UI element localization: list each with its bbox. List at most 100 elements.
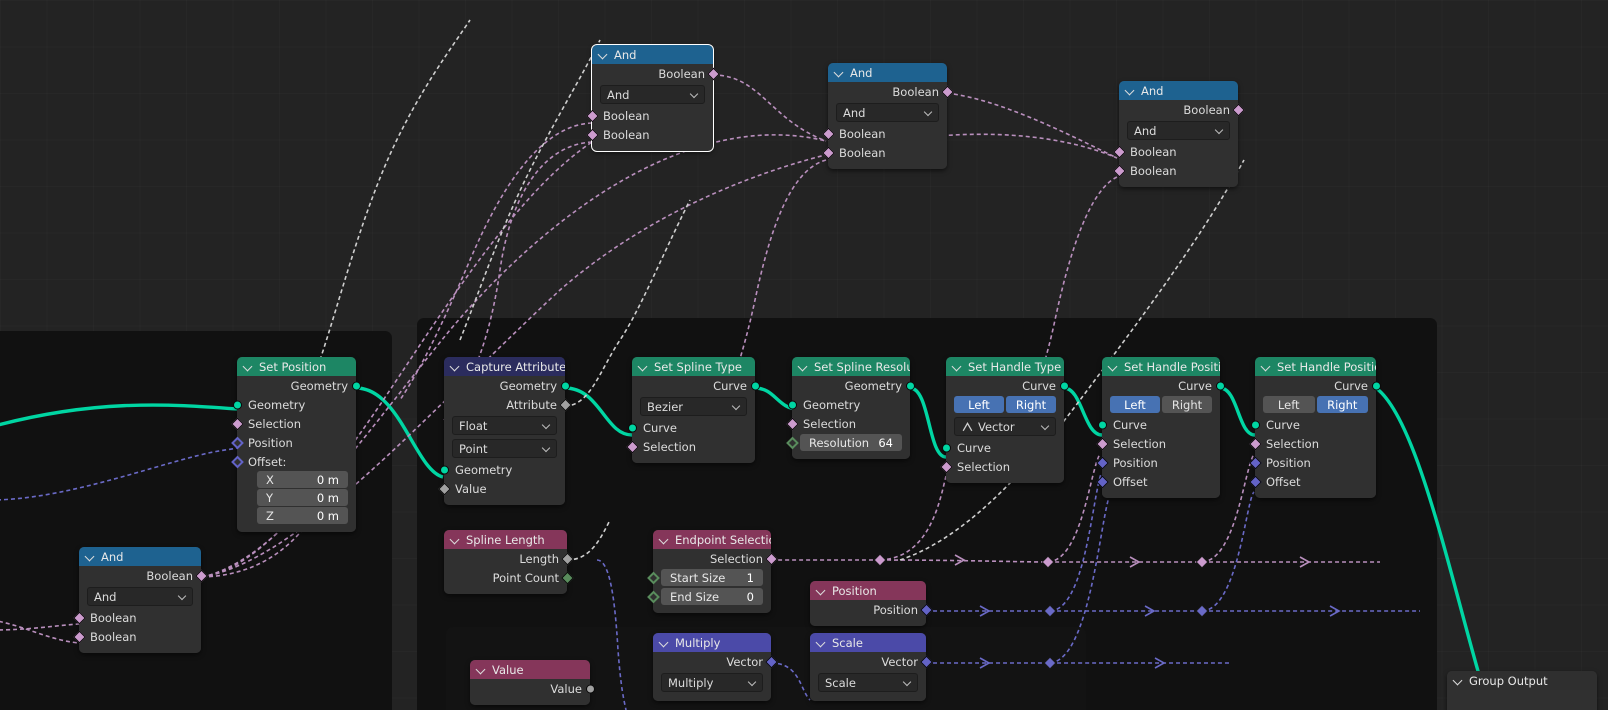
node-and-2[interactable]: And Boolean And Boolean Boolean [821,63,954,169]
output-socket-curve[interactable] [750,381,760,390]
domain-dropdown[interactable]: Point [452,439,557,458]
input-socket-boolean-a[interactable] [1112,145,1126,158]
start-size-field[interactable]: Start Size 1 [661,569,763,586]
output-socket-curve[interactable] [1371,381,1381,390]
node-header[interactable]: And [79,547,201,566]
input-socket-geometry[interactable] [787,400,797,409]
collapse-chevron-icon[interactable] [450,361,461,372]
operation-dropdown[interactable]: And [836,103,939,122]
node-header[interactable]: Set Spline Resolution [792,357,910,376]
toggle-right[interactable]: Right [1316,396,1368,413]
operation-dropdown[interactable]: And [1127,121,1230,140]
data-type-dropdown[interactable]: Float [452,416,557,435]
end-size-field[interactable]: End Size 0 [661,588,763,605]
operation-dropdown[interactable]: And [600,85,705,104]
offset-z-field[interactable]: Z 0 m [257,507,348,524]
collapse-chevron-icon[interactable] [816,585,827,596]
node-and-3[interactable]: And Boolean And Boolean Boolean [1112,81,1245,187]
output-socket-geometry[interactable] [560,381,570,390]
toggle-left[interactable]: Left [1110,396,1160,413]
input-socket-boolean-b[interactable] [1112,164,1126,177]
collapse-chevron-icon[interactable] [659,534,670,545]
node-header[interactable]: Position [810,581,926,600]
node-header[interactable]: And [828,63,947,82]
node-endpoint-selection[interactable]: Endpoint Selection Selection Start Size … [646,530,778,613]
node-header[interactable]: Set Handle Positions [1255,357,1376,376]
collapse-chevron-icon[interactable] [598,49,609,60]
resolution-field[interactable]: Resolution 64 [800,434,902,451]
node-group-output[interactable]: Group Output [1447,671,1597,710]
input-socket-geometry[interactable] [439,465,449,474]
node-header[interactable]: And [592,45,713,64]
node-multiply[interactable]: Multiply Vector Multiply [653,633,778,701]
node-set-handle-positions-right[interactable]: Set Handle Positions Curve Left Right Cu… [1248,357,1381,498]
offset-x-field[interactable]: X 0 m [257,471,348,488]
collapse-chevron-icon[interactable] [243,361,254,372]
node-set-handle-type[interactable]: Set Handle Type Curve Left Right Vector [939,357,1069,483]
collapse-chevron-icon[interactable] [1125,85,1136,96]
node-capture-attribute[interactable]: Capture Attribute Geometry Attribute Flo… [437,357,572,505]
node-scale[interactable]: Scale Vector Scale [810,633,933,701]
offset-y-field[interactable]: Y 0 m [257,489,348,506]
collapse-chevron-icon[interactable] [1453,675,1464,686]
collapse-chevron-icon[interactable] [1108,361,1119,372]
operation-dropdown[interactable]: Multiply [661,673,763,692]
handle-type-dropdown[interactable]: Vector [954,417,1056,436]
node-header[interactable]: Set Position [237,357,356,376]
input-socket-boolean-a[interactable] [585,109,599,122]
output-socket-geometry[interactable] [351,381,361,390]
input-socket-curve[interactable] [941,443,951,452]
toggle-left[interactable]: Left [1263,396,1315,413]
node-header[interactable]: Value [470,660,590,679]
collapse-chevron-icon[interactable] [798,361,809,372]
collapse-chevron-icon[interactable] [476,664,487,675]
output-socket-boolean[interactable] [940,85,954,98]
node-and-1[interactable]: And Boolean And Boolean Boolean [585,44,720,152]
input-socket-curve[interactable] [1250,420,1260,429]
node-position[interactable]: Position Position [810,581,933,626]
node-header[interactable]: Spline Length [444,530,567,549]
node-header[interactable]: Set Spline Type [632,357,755,376]
spline-type-dropdown[interactable]: Bezier [640,397,747,416]
output-socket-curve[interactable] [1215,381,1225,390]
collapse-chevron-icon[interactable] [952,361,963,372]
collapse-chevron-icon[interactable] [659,637,670,648]
input-socket-boolean-a[interactable] [821,127,835,140]
output-socket-boolean[interactable] [706,67,720,80]
collapse-chevron-icon[interactable] [834,67,845,78]
node-header[interactable]: And [1119,81,1238,100]
node-header[interactable]: Set Handle Type [946,357,1064,376]
node-header[interactable]: Multiply [653,633,771,652]
node-header[interactable]: Group Output [1447,671,1597,690]
collapse-chevron-icon[interactable] [816,637,827,648]
collapse-chevron-icon[interactable] [85,551,96,562]
input-socket-geometry[interactable] [232,400,242,409]
toggle-right[interactable]: Right [1006,396,1056,413]
toggle-right[interactable]: Right [1162,396,1212,413]
node-set-spline-resolution[interactable]: Set Spline Resolution Geometry Geometry … [785,357,915,459]
input-socket-boolean-b[interactable] [821,146,835,159]
output-socket-value[interactable] [585,684,595,693]
output-socket-geometry[interactable] [905,381,915,390]
node-editor-canvas[interactable]: Normal Aligning Direction&Tension .wbool… [0,0,1608,710]
node-header[interactable]: Endpoint Selection [653,530,771,549]
collapse-chevron-icon[interactable] [450,534,461,545]
node-set-handle-positions-left[interactable]: Set Handle Positions Curve Left Right Cu… [1095,357,1225,498]
node-set-spline-type[interactable]: Set Spline Type Curve Bezier Curve Selec… [625,357,760,463]
node-value[interactable]: Value Value [470,660,595,705]
node-header[interactable]: Set Handle Positions [1102,357,1220,376]
collapse-chevron-icon[interactable] [638,361,649,372]
output-socket-curve[interactable] [1059,381,1069,390]
input-socket-curve[interactable] [627,423,637,432]
operation-dropdown[interactable]: And [87,587,193,606]
toggle-left[interactable]: Left [954,396,1004,413]
output-socket-boolean[interactable] [1231,103,1245,116]
node-header[interactable]: Scale [810,633,926,652]
input-socket-boolean-b[interactable] [585,128,599,141]
node-header[interactable]: Capture Attribute [444,357,565,376]
node-and-4[interactable]: And Boolean And Boolean Boolean [72,547,208,653]
input-socket-curve[interactable] [1097,420,1107,429]
collapse-chevron-icon[interactable] [1261,361,1272,372]
operation-dropdown[interactable]: Scale [818,673,918,692]
node-spline-length[interactable]: Spline Length Length Point Count [444,530,574,594]
